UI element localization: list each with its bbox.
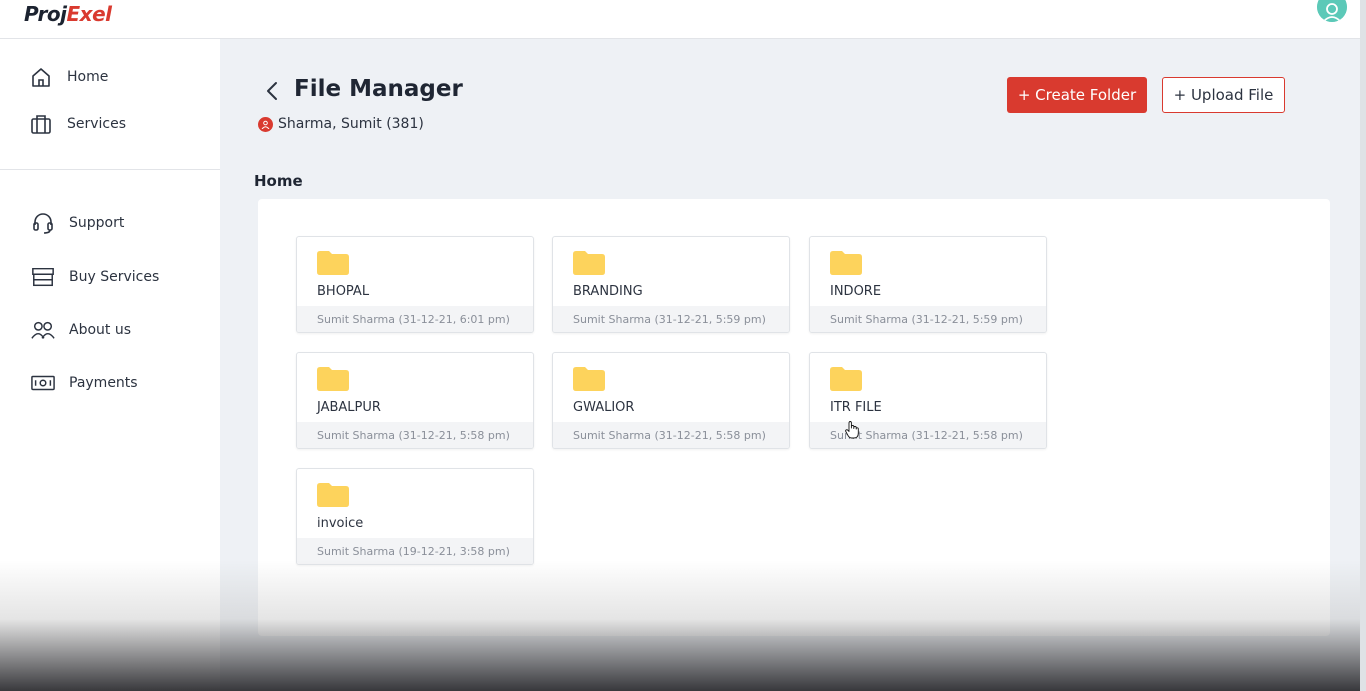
hand-cursor-icon xyxy=(845,421,859,439)
sidebar-item-label: Buy Services xyxy=(69,269,160,285)
sidebar: Home Services Support Buy Services About… xyxy=(0,39,220,691)
money-icon xyxy=(31,371,55,395)
folder-card[interactable]: GWALIOR Sumit Sharma (31-12-21, 5:58 pm) xyxy=(552,352,790,449)
user-icon xyxy=(258,116,273,132)
sidebar-item-label: About us xyxy=(69,322,132,338)
folder-icon xyxy=(573,367,605,391)
folder-icon xyxy=(830,367,862,391)
store-icon xyxy=(31,265,55,289)
folder-meta: Sumit Sharma (31-12-21, 5:59 pm) xyxy=(810,306,1046,332)
folder-meta: Sumit Sharma (31-12-21, 5:58 pm) xyxy=(553,422,789,448)
folder-icon xyxy=(573,251,605,275)
headset-icon xyxy=(31,211,55,235)
briefcase-icon xyxy=(29,112,53,136)
sidebar-item-label: Home xyxy=(67,69,109,85)
folder-name: GWALIOR xyxy=(573,400,635,415)
sidebar-item-label: Services xyxy=(67,116,127,132)
page-title: File Manager xyxy=(294,76,463,102)
folder-meta: Sumit Sharma (31-12-21, 5:58 pm) xyxy=(297,422,533,448)
sidebar-item-buy-services[interactable]: Buy Services xyxy=(31,265,159,289)
folder-name: INDORE xyxy=(830,284,882,299)
folder-name: invoice xyxy=(317,516,364,531)
sidebar-divider xyxy=(0,169,220,170)
upload-file-button[interactable]: + Upload File xyxy=(1162,77,1285,113)
sidebar-item-home[interactable]: Home xyxy=(29,65,108,89)
folder-card[interactable]: BRANDING Sumit Sharma (31-12-21, 5:59 pm… xyxy=(552,236,790,333)
sidebar-item-label: Support xyxy=(69,215,125,231)
sidebar-item-payments[interactable]: Payments xyxy=(31,371,138,395)
back-icon[interactable] xyxy=(263,80,283,102)
folder-icon xyxy=(317,367,349,391)
user-avatar[interactable] xyxy=(1317,0,1347,22)
sidebar-item-support[interactable]: Support xyxy=(31,211,124,235)
breadcrumb[interactable]: Home xyxy=(254,172,303,190)
folder-icon xyxy=(317,483,349,507)
folder-icon xyxy=(830,251,862,275)
folder-card[interactable]: JABALPUR Sumit Sharma (31-12-21, 5:58 pm… xyxy=(296,352,534,449)
sidebar-item-label: Payments xyxy=(69,375,138,391)
owner-info: Sharma, Sumit (381) xyxy=(258,116,424,132)
folder-card[interactable]: invoice Sumit Sharma (19-12-21, 3:58 pm) xyxy=(296,468,534,565)
owner-name: Sharma, Sumit (381) xyxy=(278,116,424,132)
create-folder-button[interactable]: + Create Folder xyxy=(1007,77,1147,113)
folder-name: BHOPAL xyxy=(317,284,370,299)
sidebar-item-services[interactable]: Services xyxy=(29,112,126,136)
folder-name: JABALPUR xyxy=(317,400,381,415)
users-icon xyxy=(31,318,55,342)
folder-meta: Sumit Sharma (31-12-21, 6:01 pm) xyxy=(297,306,533,332)
folder-meta: Sumit Sharma (31-12-21, 5:59 pm) xyxy=(553,306,789,332)
folder-card[interactable]: INDORE Sumit Sharma (31-12-21, 5:59 pm) xyxy=(809,236,1047,333)
folder-card[interactable]: BHOPAL Sumit Sharma (31-12-21, 6:01 pm) xyxy=(296,236,534,333)
app-logo[interactable]: ProjExel xyxy=(24,2,112,26)
folder-meta: Sumit Sharma (19-12-21, 3:58 pm) xyxy=(297,538,533,564)
scrollbar[interactable] xyxy=(1360,0,1366,691)
folder-name: BRANDING xyxy=(573,284,643,299)
folder-icon xyxy=(317,251,349,275)
home-icon xyxy=(29,65,53,89)
sidebar-item-about-us[interactable]: About us xyxy=(31,318,131,342)
folder-name: ITR FILE xyxy=(830,400,882,415)
top-bar: ProjExel xyxy=(0,0,1366,39)
